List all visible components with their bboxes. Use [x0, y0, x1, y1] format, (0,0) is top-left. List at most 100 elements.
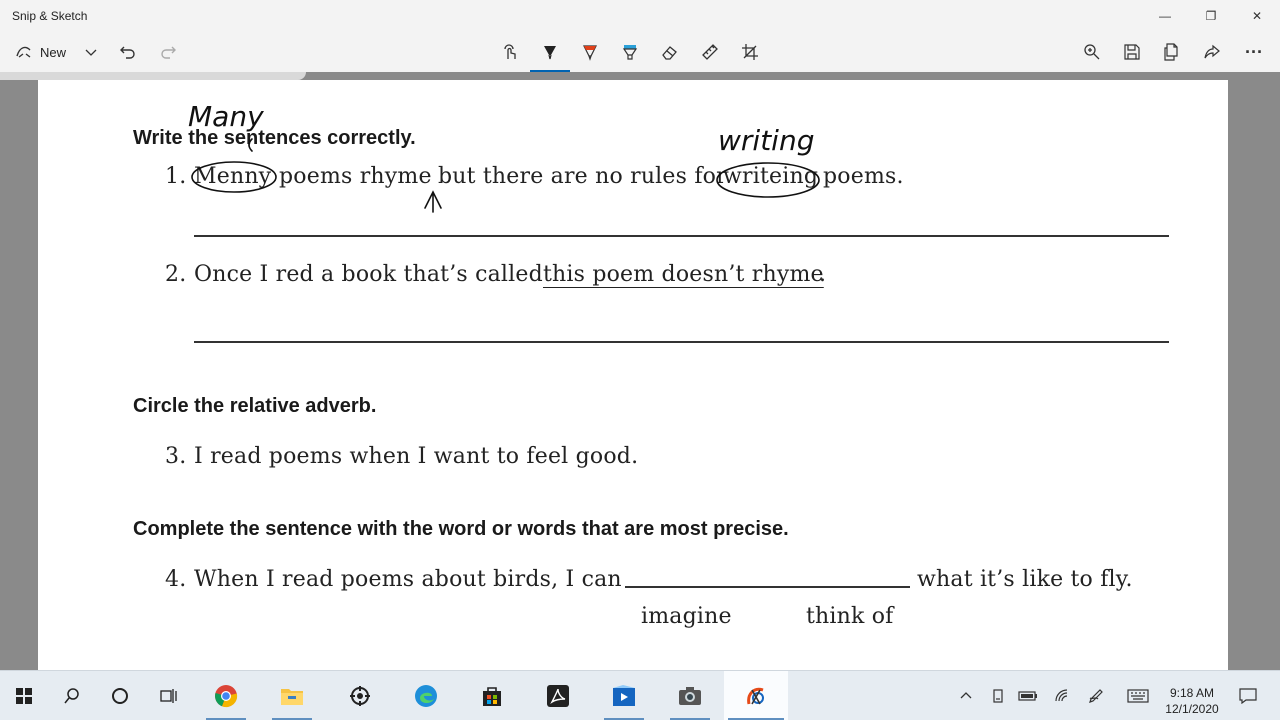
redo-button[interactable] — [154, 36, 182, 68]
cortana-button[interactable] — [96, 671, 144, 720]
eraser-icon — [662, 46, 677, 60]
item4-number: 4. — [165, 567, 187, 592]
action-center-button[interactable] — [1234, 671, 1262, 720]
camera-icon — [679, 687, 701, 705]
ruler-icon — [702, 44, 718, 60]
notification-icon — [1239, 688, 1257, 704]
taskbar-edge[interactable] — [402, 671, 450, 720]
taskbar-file-explorer[interactable] — [268, 671, 316, 720]
snip-icon — [16, 46, 31, 58]
taskbar-snip-sketch[interactable] — [724, 671, 788, 720]
tray-network[interactable] — [1048, 671, 1076, 720]
chevron-down-icon — [85, 49, 97, 56]
item2-book-title: this poem doesn’t rhyme — [543, 262, 824, 287]
minimize-button[interactable]: — — [1142, 0, 1188, 32]
more-icon: ··· — [1245, 41, 1263, 62]
toolbar: New ··· — [0, 32, 1280, 72]
taskbar: 9:18 AM 12/1/2020 — [0, 670, 1280, 720]
ballpoint-pen-button[interactable] — [536, 36, 564, 68]
item2-number: 2. — [165, 262, 187, 287]
close-icon: ✕ — [1251, 9, 1263, 23]
start-button[interactable] — [0, 671, 48, 720]
title-bar: Snip & Sketch — ❐ ✕ — [0, 0, 1280, 32]
tray-device[interactable] — [984, 671, 1012, 720]
maximize-button[interactable]: ❐ — [1188, 0, 1234, 32]
zoom-button[interactable] — [1078, 36, 1106, 68]
item3-number: 3. — [165, 444, 187, 469]
minimize-icon: — — [1159, 9, 1171, 23]
item1-number: 1. — [165, 164, 187, 189]
tray-keyboard[interactable] — [1122, 671, 1154, 720]
task-view-icon — [160, 689, 177, 703]
taskbar-acrobat[interactable] — [534, 671, 582, 720]
app-icon — [350, 686, 370, 706]
tray-pen[interactable] — [1082, 671, 1110, 720]
wifi-icon — [1055, 689, 1068, 702]
close-button[interactable]: ✕ — [1234, 0, 1280, 32]
crop-button[interactable] — [736, 36, 764, 68]
answer-line-2 — [194, 341, 1169, 343]
copy-button[interactable] — [1158, 36, 1186, 68]
new-label: New — [40, 44, 67, 60]
new-dropdown-button[interactable] — [78, 36, 104, 68]
task-view-button[interactable] — [144, 671, 192, 720]
file-explorer-icon — [281, 689, 303, 705]
media-app-icon — [613, 685, 635, 706]
taskbar-media-app[interactable] — [600, 671, 648, 720]
touch-writing-button[interactable] — [496, 36, 524, 68]
undo-icon — [120, 46, 135, 59]
window-title: Snip & Sketch — [12, 9, 88, 23]
restore-icon: ❐ — [1205, 9, 1217, 23]
search-icon — [64, 688, 79, 704]
show-hidden-icons-button[interactable] — [952, 671, 980, 720]
undo-button[interactable] — [114, 36, 142, 68]
clock-date: 12/1/2020 — [1165, 702, 1219, 716]
item1-word-writeing: writeing — [723, 164, 819, 189]
keyboard-icon — [1127, 689, 1149, 703]
canvas-scroll-tab — [0, 72, 306, 80]
clock-time: 9:18 AM — [1169, 686, 1215, 700]
section-heading-adverb: Circle the relative adverb. — [133, 395, 377, 417]
pen-workspace-icon — [1089, 689, 1103, 703]
item1-word-menny: Menny — [194, 164, 272, 189]
acrobat-icon — [547, 685, 569, 707]
item4-blank — [625, 586, 910, 588]
item1-text-c: poems. — [823, 164, 904, 189]
share-icon — [1204, 44, 1220, 59]
pencil-button[interactable] — [576, 36, 604, 68]
section-heading-correct: Write the sentences correctly. — [133, 127, 416, 149]
item4-text-b: what it’s like to fly. — [917, 567, 1133, 592]
pencil-icon — [583, 45, 597, 61]
item1-text-b: but there are no rules for — [438, 164, 727, 189]
taskbar-camera[interactable] — [666, 671, 714, 720]
highlighter-button[interactable] — [616, 36, 644, 68]
section-heading-precise: Complete the sentence with the word or w… — [133, 518, 789, 540]
search-button[interactable] — [48, 671, 96, 720]
save-icon — [1124, 44, 1140, 60]
chrome-icon — [215, 685, 238, 708]
more-button[interactable]: ··· — [1238, 36, 1270, 68]
crop-icon — [742, 44, 758, 60]
item2-period: . — [819, 262, 827, 287]
save-button[interactable] — [1118, 36, 1146, 68]
item1-text-a: poems rhyme — [279, 164, 432, 189]
chevron-up-icon — [960, 692, 972, 699]
redo-icon — [161, 46, 176, 59]
taskbar-chrome[interactable] — [202, 671, 250, 720]
battery-icon — [1018, 691, 1037, 701]
taskbar-app[interactable] — [336, 671, 384, 720]
answer-line-1 — [194, 235, 1169, 237]
item2-text-a: Once I red a book that’s called — [194, 262, 543, 287]
ruler-button[interactable] — [696, 36, 724, 68]
share-button[interactable] — [1198, 36, 1226, 68]
eraser-button[interactable] — [656, 36, 684, 68]
copy-icon — [1164, 43, 1178, 61]
ballpoint-pen-icon — [544, 46, 556, 60]
cortana-icon — [112, 688, 128, 704]
taskbar-clock[interactable]: 9:18 AM 12/1/2020 — [1156, 671, 1228, 720]
store-icon — [483, 687, 501, 706]
tray-battery[interactable] — [1014, 671, 1042, 720]
highlighter-icon — [622, 45, 638, 60]
windows-start-icon — [16, 688, 32, 704]
taskbar-store[interactable] — [468, 671, 516, 720]
